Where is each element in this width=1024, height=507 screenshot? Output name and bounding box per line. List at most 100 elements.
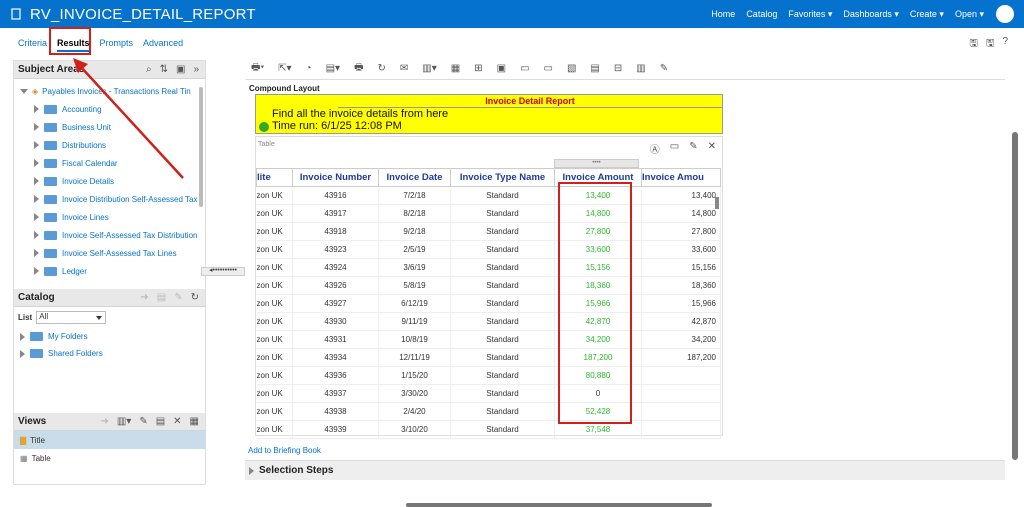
pivot-icon[interactable]: ▦ xyxy=(451,63,460,74)
add-to-criteria-icon[interactable]: ➜ xyxy=(140,292,148,303)
column-drag-handle[interactable]: •••• xyxy=(554,159,639,168)
collapse-icon[interactable]: » xyxy=(193,64,199,75)
results-vertical-scrollbar[interactable] xyxy=(1012,132,1018,460)
tab-advanced[interactable]: Advanced xyxy=(143,36,183,52)
add-to-briefing-book-link[interactable]: Add to Briefing Book xyxy=(248,446,321,455)
format-text-icon[interactable]: Ⓐ xyxy=(650,141,660,156)
nav-dashboards[interactable]: Dashboards ▾ xyxy=(843,9,899,20)
tree-scrollbar[interactable] xyxy=(199,87,203,207)
add-view-icon[interactable]: ➜ xyxy=(100,416,108,427)
duplicate-view-icon[interactable]: ▤ xyxy=(156,416,165,427)
table-row: zon UK 43923 2/5/19 Standard 33,600 33,600 xyxy=(256,240,721,259)
view-item-table[interactable]: ▦ Table xyxy=(14,449,205,467)
tree-item-invoice-tax-distribution[interactable]: Invoice Self-Assessed Tax Distribution xyxy=(20,226,205,244)
col-header-invoice-type[interactable]: Invoice Type Name xyxy=(450,168,555,187)
preview-icon[interactable]: ◔ xyxy=(306,63,312,74)
export-icon[interactable]: ⇱▾ xyxy=(278,63,291,74)
table-cell: zon UK xyxy=(256,420,293,439)
tree-item-label: Ledger xyxy=(62,266,87,276)
nav-create[interactable]: Create ▾ xyxy=(910,9,944,20)
col-header-supplier[interactable]: lite xyxy=(256,168,293,187)
print-icon[interactable]: 🖶▾ xyxy=(251,60,264,77)
search-icon[interactable]: ⌕ xyxy=(146,64,152,75)
expand-icon[interactable] xyxy=(34,249,39,257)
expand-icon[interactable] xyxy=(34,105,39,113)
tree-item-distributions[interactable]: Distributions xyxy=(20,136,205,154)
new-view-icon[interactable]: ▥▾ xyxy=(117,416,131,427)
tab-prompts[interactable]: Prompts xyxy=(100,36,134,52)
table-row: zon UK 43930 9/11/19 Standard 42,870 42,870 xyxy=(256,312,721,331)
column-icon[interactable]: ▭ xyxy=(520,63,529,74)
expand-icon[interactable] xyxy=(34,213,39,221)
help-icon[interactable]: ? xyxy=(1002,36,1008,53)
tree-item-accounting[interactable]: Accounting xyxy=(20,100,205,118)
folder-icon xyxy=(30,349,43,358)
tab-criteria[interactable]: Criteria xyxy=(18,36,47,52)
totals-icon[interactable]: ▥ xyxy=(636,63,645,74)
layout-icon[interactable]: ▤▾ xyxy=(326,63,340,74)
expand-icon[interactable] xyxy=(34,231,39,239)
remove-view-icon[interactable]: ✕ xyxy=(708,141,716,156)
properties-icon[interactable]: ▦ xyxy=(190,416,199,427)
expand-icon[interactable] xyxy=(34,195,39,203)
col-header-invoice-amount-2[interactable]: Invoice Amou xyxy=(641,168,721,187)
calc-icon[interactable]: ▧ xyxy=(567,63,576,74)
expand-icon[interactable] xyxy=(249,467,254,475)
table-vertical-scrollbar[interactable] xyxy=(715,197,719,209)
save-icon[interactable]: 🖫 xyxy=(969,36,978,53)
edit-icon[interactable]: ✎ xyxy=(174,292,182,303)
col-header-invoice-date[interactable]: Invoice Date xyxy=(378,168,451,187)
edit-view-pencil-icon[interactable]: ✎ xyxy=(689,141,697,156)
add-icon[interactable]: ▣ xyxy=(176,64,185,75)
edit-layout-icon[interactable]: ✎ xyxy=(660,63,668,74)
expand-icon[interactable] xyxy=(20,349,25,358)
catalog-item-shared-folders[interactable]: Shared Folders xyxy=(14,345,205,362)
delete-view-icon[interactable]: ✕ xyxy=(173,416,181,427)
editor-tabs: Criteria Results Prompts Advanced xyxy=(18,36,183,52)
list-filter-select[interactable]: All xyxy=(36,311,107,324)
tree-item-invoice-lines[interactable]: Invoice Lines xyxy=(20,208,205,226)
user-avatar-icon[interactable] xyxy=(996,5,1014,23)
nav-catalog[interactable]: Catalog xyxy=(746,9,777,20)
expand-icon[interactable] xyxy=(34,123,39,131)
hierarchy-icon[interactable]: ⊟ xyxy=(614,63,622,74)
sort-columns-icon[interactable]: ▤ xyxy=(590,63,599,74)
printable-icon[interactable]: 🖶 xyxy=(354,60,363,77)
expand-icon[interactable] xyxy=(34,267,39,275)
tree-item-invoice-distribution-tax[interactable]: Invoice Distribution Self-Assessed Tax xyxy=(20,190,205,208)
tree-item-business-unit[interactable]: Business Unit xyxy=(20,118,205,136)
expand-icon[interactable] xyxy=(20,332,25,341)
selection-icon[interactable]: ▣ xyxy=(497,63,506,74)
tree-item-fiscal-calendar[interactable]: Fiscal Calendar xyxy=(20,154,205,172)
edit-view-icon[interactable]: ✎ xyxy=(139,416,147,427)
catalog-item-my-folders[interactable]: My Folders xyxy=(14,328,205,345)
panel-splitter[interactable]: ◂•••••••••• xyxy=(201,267,245,276)
new-view-toolbar-icon[interactable]: ▥▾ xyxy=(422,63,436,74)
sort-icon[interactable]: ⇅ xyxy=(160,64,168,75)
expand-icon[interactable] xyxy=(20,89,28,94)
nav-home[interactable]: Home xyxy=(711,9,735,20)
subject-area-root[interactable]: ◈ Payables Invoices - Transactions Real T… xyxy=(20,83,205,100)
tree-item-invoice-tax-lines[interactable]: Invoice Self-Assessed Tax Lines xyxy=(20,244,205,262)
selection-steps-bar[interactable]: Selection Steps xyxy=(245,460,1005,480)
tree-item-invoice-details[interactable]: Invoice Details xyxy=(20,172,205,190)
refresh-results-icon[interactable]: ↻ xyxy=(378,63,386,74)
filter-icon[interactable]: ⊞ xyxy=(474,63,482,74)
save-as-icon[interactable]: 🖫 xyxy=(986,36,995,53)
tree-item-ledger[interactable]: Ledger xyxy=(20,262,205,280)
nav-favorites[interactable]: Favorites ▾ xyxy=(788,9,832,20)
table-horizontal-scrollbar[interactable] xyxy=(406,503,712,507)
nav-open[interactable]: Open ▾ xyxy=(955,9,984,20)
expand-icon[interactable] xyxy=(34,141,39,149)
refresh-icon[interactable]: ↻ xyxy=(191,292,199,303)
group-icon[interactable]: ▭ xyxy=(544,63,553,74)
col-header-invoice-number[interactable]: Invoice Number xyxy=(292,168,379,187)
expand-icon[interactable] xyxy=(34,177,39,185)
email-icon[interactable]: ✉ xyxy=(400,63,408,74)
views-title: Views xyxy=(18,416,47,427)
view-item-title[interactable]: ▇ Title xyxy=(14,431,205,449)
copy-icon[interactable]: ▤ xyxy=(157,292,166,303)
format-container-icon[interactable]: ▭ xyxy=(670,141,679,156)
expand-icon[interactable] xyxy=(34,159,39,167)
table-cell: zon UK xyxy=(256,204,293,223)
